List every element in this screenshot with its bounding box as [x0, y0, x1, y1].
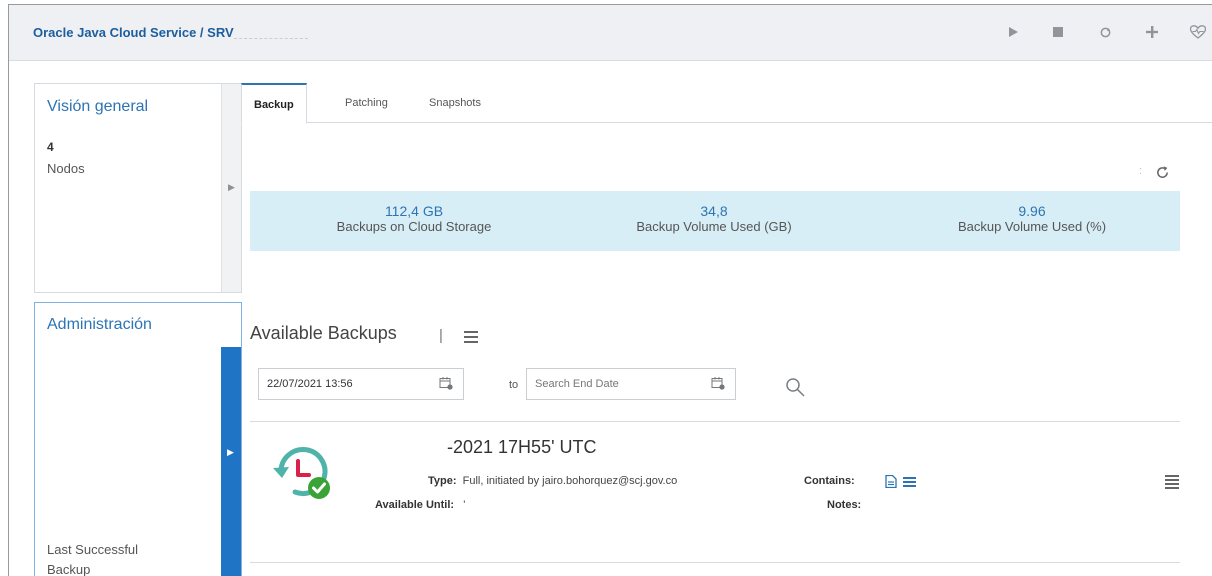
backup-notes: Notes:: [827, 499, 861, 511]
administration-panel: Administración ▶ Last Successful Backup: [34, 302, 242, 576]
type-label: Type:: [428, 475, 457, 487]
tab-bar: Backup Patching Snapshots: [241, 83, 1212, 124]
metric-label: Backups on Cloud Storage: [336, 219, 492, 234]
last-successful-backup-label: Last Successful Backup: [47, 542, 139, 576]
document-icon[interactable]: [885, 475, 897, 488]
refresh-icon[interactable]: [1155, 165, 1170, 184]
type-value: Full, initiated by jairo.bohorquez@scj.g…: [462, 475, 678, 487]
chevron-right-icon: ▶: [228, 182, 235, 192]
tab-backup[interactable]: Backup: [241, 83, 307, 124]
metric-label: Backup Volume Used (GB): [636, 219, 792, 234]
calendar-icon[interactable]: [439, 376, 453, 390]
start-date-input[interactable]: [259, 369, 463, 399]
page-title: Oracle Java Cloud Service / SRV: [33, 25, 308, 40]
administration-title[interactable]: Administración: [47, 316, 152, 334]
list-icon[interactable]: [903, 476, 916, 488]
available-until-label: Available Until:: [375, 499, 455, 511]
overview-title[interactable]: Visión general: [47, 98, 148, 116]
overview-expand-handle[interactable]: ▶: [221, 84, 241, 292]
available-until-value: ': [463, 499, 466, 511]
backup-contains: Contains:: [804, 475, 855, 487]
tab-patching[interactable]: Patching: [333, 83, 400, 123]
backup-available-until: Available Until: ': [375, 499, 465, 511]
metric-volume-used-pct: 9.96 Backup Volume Used (%): [902, 203, 1162, 235]
metric-value: 112,4 GB: [384, 203, 444, 219]
backup-metrics-bar: 112,4 GB Backups on Cloud Storage 34,8 B…: [250, 191, 1180, 251]
app-frame: Oracle Java Cloud Service / SRV Visión g…: [8, 4, 1212, 576]
chevron-right-icon: ▶: [227, 447, 234, 457]
calendar-icon[interactable]: [711, 376, 725, 390]
metric-label: Backup Volume Used (%): [957, 219, 1107, 234]
contains-label: Contains:: [804, 475, 855, 487]
notes-label: Notes:: [827, 499, 862, 511]
search-icon[interactable]: [785, 377, 807, 399]
add-icon[interactable]: [1141, 21, 1163, 43]
end-date-field: [526, 368, 736, 400]
backup-type: Type: Full, initiated by jairo.bohorquez…: [428, 475, 677, 487]
end-date-input[interactable]: [527, 369, 735, 399]
overview-panel: Visión general 4 Nodos ▶: [34, 83, 242, 293]
metric-volume-used-gb: 34,8 Backup Volume Used (GB): [584, 203, 844, 235]
metric-cloud-storage: 112,4 GB Backups on Cloud Storage: [284, 203, 544, 235]
administration-expand-handle[interactable]: ▶: [221, 347, 241, 576]
play-icon[interactable]: [1002, 21, 1024, 43]
toolbar-separator: :: [1139, 165, 1143, 177]
list-divider: [250, 562, 1180, 563]
available-backups-title: Available Backups: [250, 323, 397, 343]
list-menu-icon[interactable]: [464, 331, 478, 343]
list-divider: [250, 421, 1180, 422]
restart-icon[interactable]: [1094, 21, 1116, 43]
node-count-label: Nodos: [47, 161, 85, 176]
to-label: to: [509, 379, 519, 391]
backup-date: -2021 17H55' UTC: [447, 437, 597, 457]
backup-actions-menu-icon[interactable]: [1165, 475, 1179, 489]
redacted-service-id: [233, 26, 308, 39]
health-icon[interactable]: [1187, 21, 1209, 43]
start-date-field: [258, 368, 464, 400]
metric-value: 9.96: [1018, 203, 1046, 219]
page-header: Oracle Java Cloud Service / SRV: [9, 5, 1212, 61]
metric-value: 34,8: [700, 203, 728, 219]
backup-restore-clock-icon: [273, 447, 330, 499]
title-separator: |: [439, 327, 443, 344]
tab-snapshots[interactable]: Snapshots: [417, 83, 493, 123]
stop-icon[interactable]: [1047, 21, 1069, 43]
node-count: 4: [47, 140, 54, 154]
